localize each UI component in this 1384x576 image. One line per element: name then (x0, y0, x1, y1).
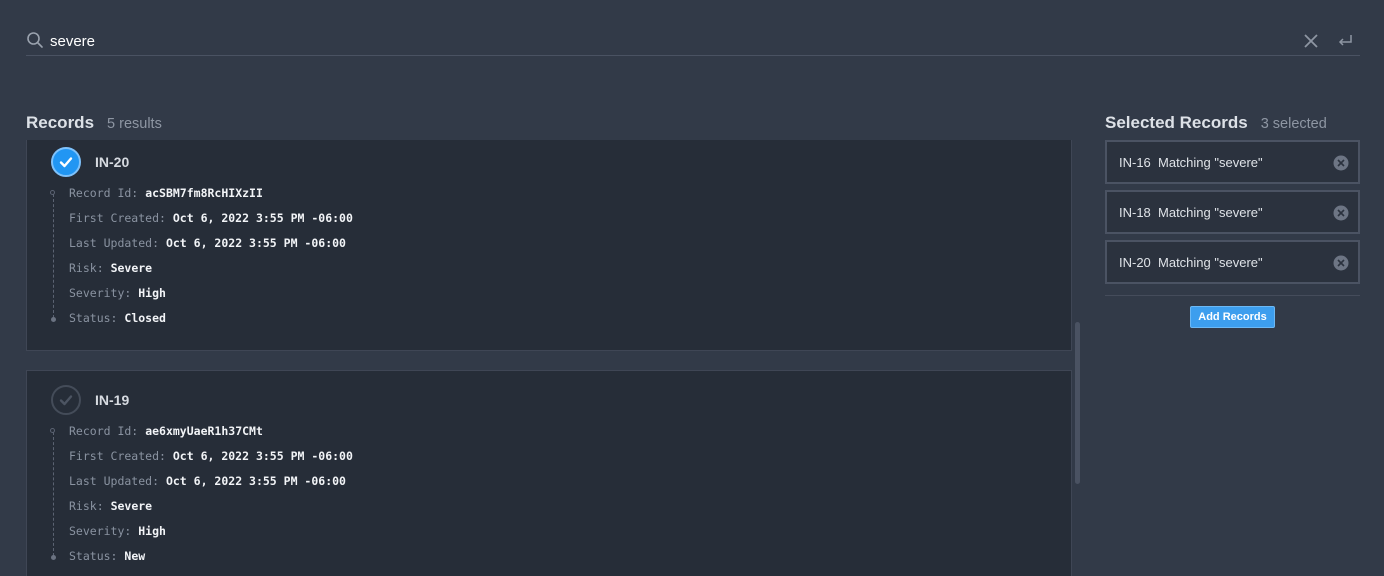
field-value: acSBM7fm8RcHIXzII (145, 186, 263, 200)
search-icon (27, 32, 43, 48)
timeline-dot (51, 555, 56, 560)
record-card[interactable]: IN-19 Record Id: ae6xmyUaeR1h37CMt First… (26, 370, 1072, 576)
field-value: Oct 6, 2022 3:55 PM -06:00 (172, 211, 353, 225)
field-risk: Risk: Severe (69, 499, 152, 513)
field-value: High (138, 286, 166, 300)
field-label: First Created: (69, 449, 166, 463)
record-card-header: IN-20 (51, 147, 129, 177)
field-value: Closed (124, 311, 166, 325)
record-card[interactable]: IN-20 Record Id: acSBM7fm8RcHIXzII First… (26, 140, 1072, 351)
selected-item-label: IN-16 Matching "severe" (1119, 155, 1263, 170)
field-status: Status: New (69, 549, 145, 563)
field-label: Last Updated: (69, 236, 160, 250)
field-label: Record Id: (69, 186, 139, 200)
timeline-line (53, 194, 55, 318)
field-label: Risk: (69, 261, 104, 275)
timeline-dot (50, 190, 55, 195)
field-value: Oct 6, 2022 3:55 PM -06:00 (165, 236, 346, 250)
field-label: Severity: (69, 524, 132, 538)
field-value: Severe (110, 261, 153, 275)
field-value: New (124, 549, 146, 563)
remove-icon[interactable] (1333, 155, 1349, 171)
selected-item: IN-16 Matching "severe" (1105, 140, 1360, 184)
add-records-button[interactable]: Add Records (1190, 306, 1275, 328)
selected-title: Selected Records (1105, 113, 1248, 132)
selected-item-label: IN-20 Matching "severe" (1119, 255, 1263, 270)
timeline-line (53, 432, 55, 556)
field-label: First Created: (69, 211, 166, 225)
field-label: Record Id: (69, 424, 139, 438)
record-id-title: IN-19 (95, 392, 130, 408)
field-first-created: First Created: Oct 6, 2022 3:55 PM -06:0… (69, 449, 353, 463)
enter-icon[interactable] (1336, 32, 1354, 50)
timeline-dot (51, 317, 56, 322)
record-checkbox[interactable] (51, 385, 81, 415)
field-label: Last Updated: (69, 474, 160, 488)
selected-count: 3 selected (1260, 116, 1327, 132)
records-list: IN-20 Record Id: acSBM7fm8RcHIXzII First… (26, 140, 1072, 576)
field-value: Oct 6, 2022 3:55 PM -06:00 (172, 449, 353, 463)
field-last-updated: Last Updated: Oct 6, 2022 3:55 PM -06:00 (69, 236, 346, 250)
selected-item: IN-20 Matching "severe" (1105, 240, 1360, 284)
field-risk: Risk: Severe (69, 261, 152, 275)
records-header: Records 5 results (26, 113, 162, 133)
selected-item-label: IN-18 Matching "severe" (1119, 205, 1263, 220)
search-bar (26, 28, 1360, 56)
field-severity: Severity: High (69, 524, 166, 538)
field-label: Severity: (69, 286, 132, 300)
field-severity: Severity: High (69, 286, 166, 300)
field-value: ae6xmyUaeR1h37CMt (145, 424, 263, 438)
field-first-created: First Created: Oct 6, 2022 3:55 PM -06:0… (69, 211, 353, 225)
field-record-id: Record Id: ae6xmyUaeR1h37CMt (69, 424, 263, 438)
record-card-header: IN-19 (51, 385, 129, 415)
record-checkbox[interactable] (51, 147, 81, 177)
divider (1105, 295, 1360, 296)
close-icon[interactable] (1302, 32, 1320, 50)
field-label: Risk: (69, 499, 104, 513)
field-value: Severe (110, 499, 153, 513)
check-icon (59, 395, 73, 406)
selected-header: Selected Records 3 selected (1105, 113, 1327, 133)
search-input[interactable] (50, 30, 1250, 52)
check-icon (59, 157, 73, 168)
remove-icon[interactable] (1333, 205, 1349, 221)
field-last-updated: Last Updated: Oct 6, 2022 3:55 PM -06:00 (69, 474, 346, 488)
remove-icon[interactable] (1333, 255, 1349, 271)
timeline-dot (50, 428, 55, 433)
field-label: Status: (69, 549, 118, 563)
field-record-id: Record Id: acSBM7fm8RcHIXzII (69, 186, 263, 200)
records-scrollbar[interactable] (1075, 322, 1080, 484)
records-count: 5 results (107, 116, 162, 132)
field-label: Status: (69, 311, 118, 325)
field-status: Status: Closed (69, 311, 166, 325)
selected-item: IN-18 Matching "severe" (1105, 190, 1360, 234)
field-value: Oct 6, 2022 3:55 PM -06:00 (165, 474, 346, 488)
records-title: Records (26, 113, 95, 132)
record-id-title: IN-20 (95, 154, 130, 170)
field-value: High (138, 524, 166, 538)
